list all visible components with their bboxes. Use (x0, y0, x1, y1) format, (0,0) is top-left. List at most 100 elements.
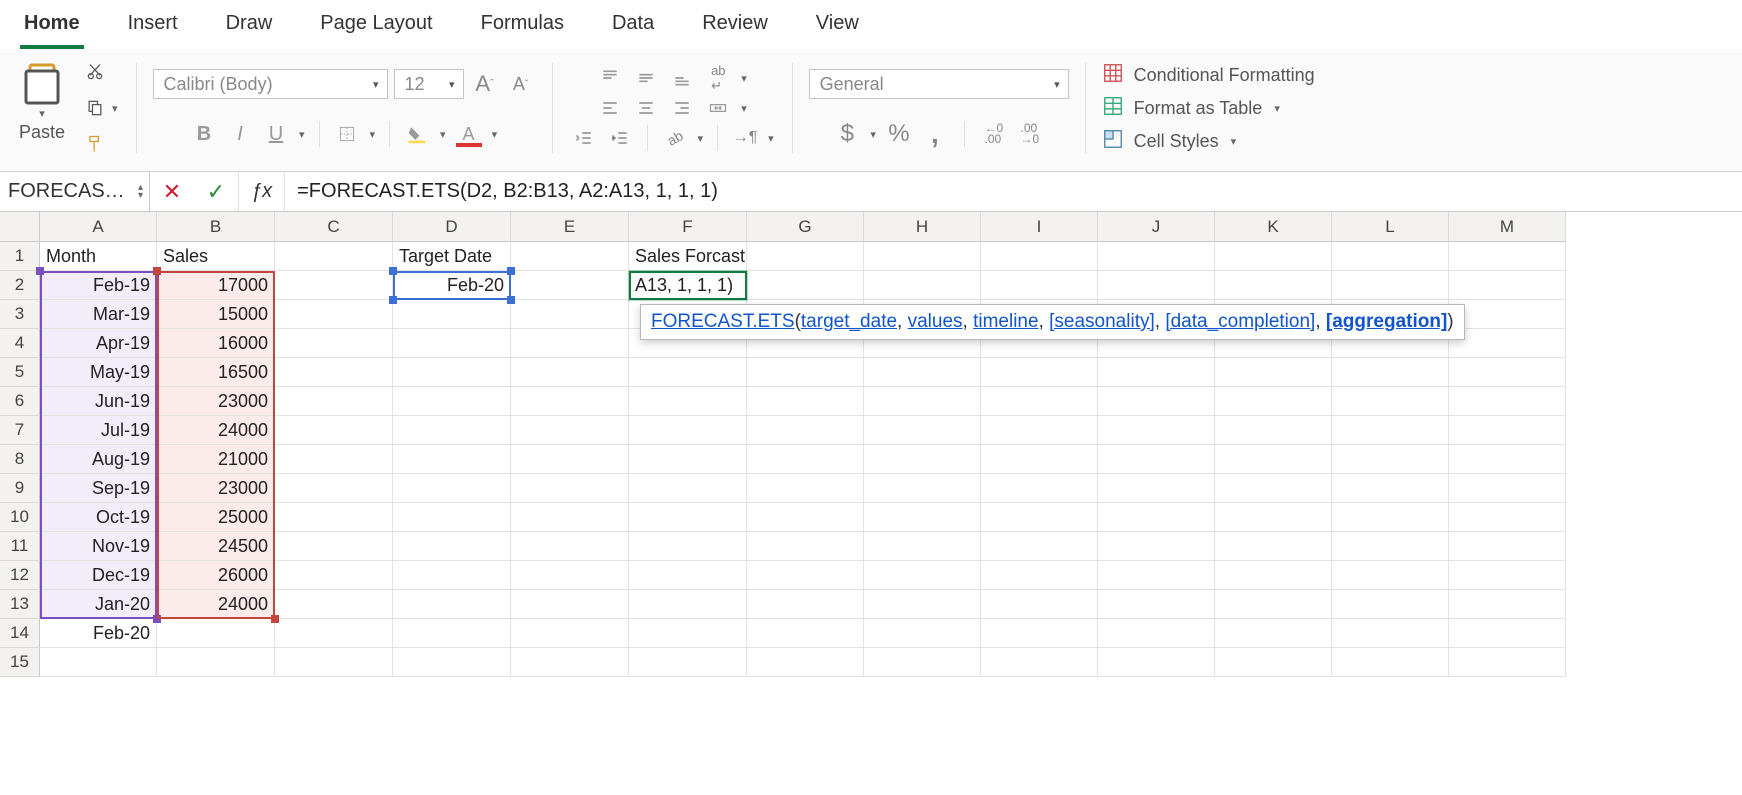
cell-A2[interactable]: Feb-19 (40, 271, 157, 300)
row-header-1[interactable]: 1 (0, 242, 40, 271)
cell-E5[interactable] (511, 358, 629, 387)
cell-E10[interactable] (511, 503, 629, 532)
tooltip-arg-5[interactable]: [aggregation] (1326, 311, 1447, 332)
cell-C10[interactable] (275, 503, 393, 532)
align-top-icon[interactable] (595, 65, 625, 91)
cell-C2[interactable] (275, 271, 393, 300)
cell-I15[interactable] (981, 648, 1098, 677)
cell-K15[interactable] (1215, 648, 1332, 677)
column-header-c[interactable]: C (275, 212, 393, 242)
cell-D10[interactable] (393, 503, 511, 532)
cell-L7[interactable] (1332, 416, 1449, 445)
cell-J1[interactable] (1098, 242, 1215, 271)
tooltip-arg-2[interactable]: timeline (973, 311, 1038, 332)
cell-B1[interactable]: Sales (157, 242, 275, 271)
cell-L5[interactable] (1332, 358, 1449, 387)
cell-H11[interactable] (864, 532, 981, 561)
column-header-b[interactable]: B (157, 212, 275, 242)
underline-button[interactable]: U (261, 121, 291, 147)
cell-J10[interactable] (1098, 503, 1215, 532)
cell-H1[interactable] (864, 242, 981, 271)
cell-C5[interactable] (275, 358, 393, 387)
cell-E14[interactable] (511, 619, 629, 648)
cell-J11[interactable] (1098, 532, 1215, 561)
cell-C4[interactable] (275, 329, 393, 358)
cell-H6[interactable] (864, 387, 981, 416)
spreadsheet-grid[interactable]: ABCDEFGHIJKLM 1MonthSalesTarget DateSale… (0, 212, 1742, 677)
cell-D6[interactable] (393, 387, 511, 416)
cell-styles-button[interactable]: Cell Styles▾ (1102, 128, 1315, 155)
column-header-j[interactable]: J (1098, 212, 1215, 242)
cell-I7[interactable] (981, 416, 1098, 445)
cell-I8[interactable] (981, 445, 1098, 474)
row-header-4[interactable]: 4 (0, 329, 40, 358)
bold-button[interactable]: B (189, 121, 219, 147)
cell-E12[interactable] (511, 561, 629, 590)
cell-E6[interactable] (511, 387, 629, 416)
cell-M13[interactable] (1449, 590, 1566, 619)
italic-button[interactable]: I (225, 121, 255, 147)
cell-B8[interactable]: 21000 (157, 445, 275, 474)
select-all-corner[interactable] (0, 212, 40, 242)
cell-B4[interactable]: 16000 (157, 329, 275, 358)
cell-H12[interactable] (864, 561, 981, 590)
cell-A10[interactable]: Oct-19 (40, 503, 157, 532)
cell-J14[interactable] (1098, 619, 1215, 648)
cell-M14[interactable] (1449, 619, 1566, 648)
increase-font-icon[interactable]: Aˆ (470, 71, 500, 97)
cell-D15[interactable] (393, 648, 511, 677)
cell-L10[interactable] (1332, 503, 1449, 532)
cell-G5[interactable] (747, 358, 864, 387)
orientation-icon[interactable]: ab (655, 119, 694, 157)
cell-B13[interactable]: 24000 (157, 590, 275, 619)
cell-A12[interactable]: Dec-19 (40, 561, 157, 590)
cell-K9[interactable] (1215, 474, 1332, 503)
copy-icon[interactable] (80, 95, 110, 121)
cell-K10[interactable] (1215, 503, 1332, 532)
cell-H7[interactable] (864, 416, 981, 445)
cell-C9[interactable] (275, 474, 393, 503)
row-header-15[interactable]: 15 (0, 648, 40, 677)
decrease-font-icon[interactable]: Aˇ (506, 71, 536, 97)
cell-L6[interactable] (1332, 387, 1449, 416)
cell-F1[interactable]: Sales Forcast (629, 242, 747, 271)
increase-decimal-icon[interactable]: ←0.00 (979, 121, 1009, 147)
cell-F12[interactable] (629, 561, 747, 590)
row-header-7[interactable]: 7 (0, 416, 40, 445)
column-header-f[interactable]: F (629, 212, 747, 242)
cell-E4[interactable] (511, 329, 629, 358)
column-header-k[interactable]: K (1215, 212, 1332, 242)
cell-A6[interactable]: Jun-19 (40, 387, 157, 416)
cell-D14[interactable] (393, 619, 511, 648)
cell-L8[interactable] (1332, 445, 1449, 474)
cell-C14[interactable] (275, 619, 393, 648)
cancel-button[interactable]: ✕ (150, 172, 194, 211)
cell-L9[interactable] (1332, 474, 1449, 503)
cell-D3[interactable] (393, 300, 511, 329)
cell-E9[interactable] (511, 474, 629, 503)
column-header-h[interactable]: H (864, 212, 981, 242)
cell-A8[interactable]: Aug-19 (40, 445, 157, 474)
cell-K7[interactable] (1215, 416, 1332, 445)
cell-H2[interactable] (864, 271, 981, 300)
cell-G2[interactable] (747, 271, 864, 300)
cell-D13[interactable] (393, 590, 511, 619)
cell-I1[interactable] (981, 242, 1098, 271)
column-header-d[interactable]: D (393, 212, 511, 242)
cell-G15[interactable] (747, 648, 864, 677)
cell-G6[interactable] (747, 387, 864, 416)
column-header-l[interactable]: L (1332, 212, 1449, 242)
cell-F11[interactable] (629, 532, 747, 561)
column-header-g[interactable]: G (747, 212, 864, 242)
row-header-5[interactable]: 5 (0, 358, 40, 387)
fx-label[interactable]: ƒx (238, 172, 285, 211)
cell-F6[interactable] (629, 387, 747, 416)
cell-E11[interactable] (511, 532, 629, 561)
cell-C6[interactable] (275, 387, 393, 416)
cell-E7[interactable] (511, 416, 629, 445)
cell-M9[interactable] (1449, 474, 1566, 503)
align-middle-icon[interactable] (631, 65, 661, 91)
cell-B7[interactable]: 24000 (157, 416, 275, 445)
tab-home[interactable]: Home (20, 8, 84, 49)
tab-page-layout[interactable]: Page Layout (316, 8, 436, 49)
